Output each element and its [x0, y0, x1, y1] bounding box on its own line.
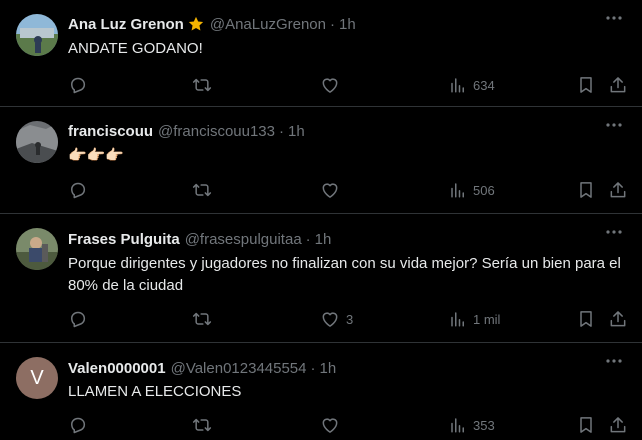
bookmark-button[interactable]: [576, 415, 596, 435]
display-name[interactable]: Valen0000001: [68, 360, 166, 377]
share-icon: [610, 77, 626, 93]
bookmark-icon: [580, 182, 592, 198]
action-bar: 353: [68, 415, 628, 435]
bookmark-icon: [580, 417, 592, 433]
retweet-button[interactable]: [192, 415, 212, 435]
tweet-text: Porque dirigentes y jugadores no finaliz…: [68, 255, 621, 294]
avatar[interactable]: [16, 228, 58, 270]
avatar[interactable]: V: [16, 357, 58, 399]
bookmark-icon: [580, 311, 592, 327]
like-button[interactable]: [320, 180, 346, 200]
retweet-icon: [192, 78, 212, 92]
share-icon: [610, 417, 626, 433]
views-button[interactable]: 353: [449, 415, 495, 435]
views-icon: [451, 312, 464, 327]
bookmark-button[interactable]: [576, 180, 596, 200]
view-count: 1 mil: [473, 311, 501, 327]
avatar-letter: V: [30, 366, 44, 389]
views-icon: [451, 418, 464, 433]
views-button[interactable]: 1 mil: [449, 309, 500, 329]
view-count: 353: [473, 417, 495, 433]
separator-dot: ·: [279, 122, 284, 140]
tweet-3[interactable]: Frases Pulguita @frasespulguitaa · 1h Po…: [0, 214, 642, 343]
verified-star-icon: [187, 15, 205, 33]
bookmark-button[interactable]: [576, 309, 596, 329]
like-icon: [322, 312, 338, 327]
reply-button[interactable]: [68, 309, 88, 329]
like-icon: [322, 418, 338, 433]
handle[interactable]: @frasespulguitaa: [185, 231, 302, 248]
timestamp[interactable]: 1h: [315, 231, 332, 248]
like-button[interactable]: [320, 75, 346, 95]
share-button[interactable]: [608, 415, 628, 435]
bookmark-icon: [580, 77, 592, 93]
tweet-text: 👉🏻👉🏻👉🏻: [68, 147, 125, 164]
handle[interactable]: @AnaLuzGrenon: [210, 16, 326, 33]
like-icon: [322, 183, 338, 198]
avatar[interactable]: [16, 121, 58, 163]
more-icon[interactable]: [604, 11, 624, 25]
tweet-text: LLAMEN A ELECCIONES: [68, 383, 242, 400]
timestamp[interactable]: 1h: [339, 16, 356, 33]
retweet-icon: [192, 418, 212, 432]
tweet-1[interactable]: Ana Luz Grenon @AnaLuzGrenon · 1h ANDATE…: [0, 0, 642, 107]
more-icon[interactable]: [604, 354, 624, 368]
tweet-text: ANDATE GODANO!: [68, 40, 203, 57]
share-icon: [610, 182, 626, 198]
separator-dot: ·: [310, 359, 316, 377]
share-button[interactable]: [608, 309, 628, 329]
action-bar: 506: [68, 180, 628, 200]
like-icon: [322, 78, 338, 93]
tweet-4[interactable]: V Valen0000001 @Valen0123445554 · 1h LLA…: [0, 343, 642, 440]
reply-button[interactable]: [68, 415, 88, 435]
reply-icon: [71, 417, 86, 434]
display-name[interactable]: Ana Luz Grenon: [68, 16, 184, 33]
tweet-2[interactable]: franciscouu @franciscouu133 · 1h 👉🏻👉🏻👉🏻 …: [0, 107, 642, 214]
like-button[interactable]: [320, 415, 346, 435]
more-icon[interactable]: [604, 225, 624, 239]
display-name[interactable]: Frases Pulguita: [68, 231, 180, 248]
handle[interactable]: @franciscouu133: [158, 123, 275, 140]
reply-button[interactable]: [68, 75, 88, 95]
avatar[interactable]: [16, 14, 58, 56]
share-button[interactable]: [608, 75, 628, 95]
view-count: 506: [473, 182, 495, 198]
separator-dot: ·: [329, 15, 335, 33]
handle[interactable]: @Valen0123445554: [171, 360, 307, 377]
reply-button[interactable]: [68, 180, 88, 200]
share-button[interactable]: [608, 180, 628, 200]
timestamp[interactable]: 1h: [320, 360, 337, 377]
bookmark-button[interactable]: [576, 75, 596, 95]
retweet-button[interactable]: [192, 309, 212, 329]
views-button[interactable]: 634: [449, 75, 495, 95]
share-icon: [610, 311, 626, 327]
like-button[interactable]: 3: [320, 309, 353, 329]
views-icon: [451, 78, 464, 93]
action-bar: 634: [68, 75, 628, 95]
retweet-button[interactable]: [192, 75, 212, 95]
reply-icon: [71, 182, 86, 199]
reply-icon: [71, 77, 86, 94]
reply-icon: [71, 311, 86, 328]
like-count: 3: [346, 311, 354, 327]
timestamp[interactable]: 1h: [288, 123, 305, 140]
views-icon: [451, 183, 464, 198]
retweet-button[interactable]: [192, 180, 212, 200]
more-icon[interactable]: [604, 118, 624, 132]
separator-dot: ·: [305, 230, 311, 248]
views-button[interactable]: 506: [449, 180, 495, 200]
view-count: 634: [473, 77, 495, 93]
action-bar: 3 1 mil: [68, 309, 628, 329]
display-name[interactable]: franciscouu: [68, 123, 153, 140]
retweet-icon: [192, 183, 212, 197]
retweet-icon: [192, 312, 212, 326]
